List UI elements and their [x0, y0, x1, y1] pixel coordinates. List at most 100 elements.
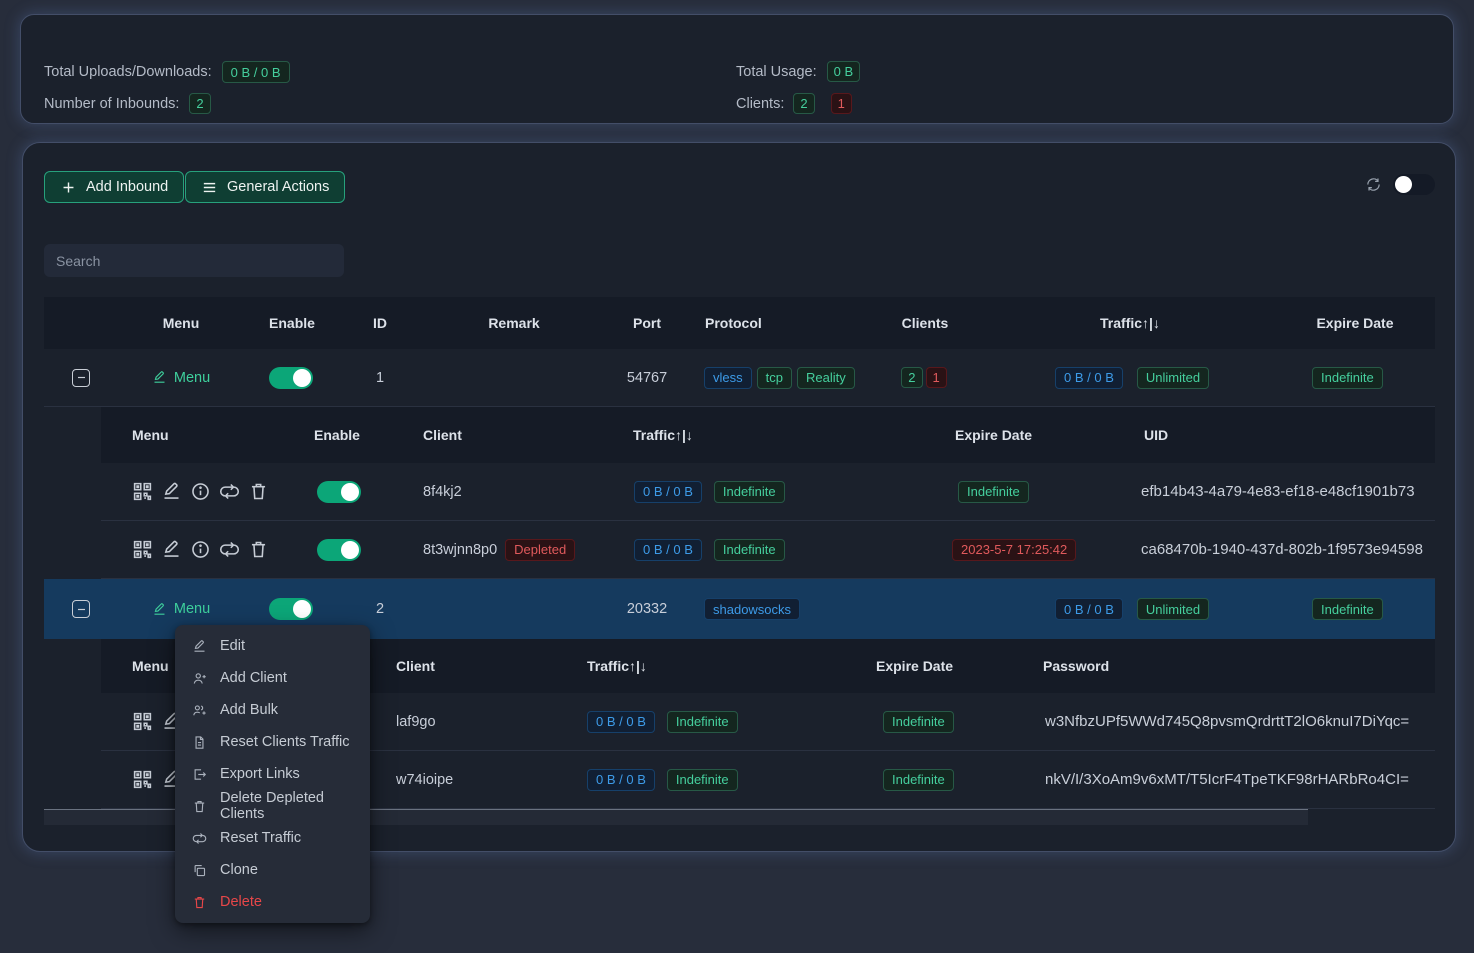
menu-item-delete-depleted-clients[interactable]: Delete Depleted Clients [175, 790, 370, 822]
add-inbound-button[interactable]: Add Inbound [44, 171, 184, 203]
refresh-icon [1365, 176, 1382, 193]
qr-code-button[interactable] [132, 769, 153, 790]
total-uploads-downloads-label: Total Uploads/Downloads: [44, 64, 212, 80]
menu-item-add-client[interactable]: Add Client [175, 662, 370, 694]
qr-code-button[interactable] [132, 481, 153, 502]
client-name: w74ioipe [396, 751, 453, 808]
inbound-menu-link[interactable]: Menu [152, 370, 210, 386]
traffic-limit-tag: Indefinite [667, 769, 738, 791]
inbound-menu-link[interactable]: Menu [152, 601, 210, 617]
inbound-enable-toggle[interactable] [269, 598, 313, 620]
header-menu: Menu [121, 297, 241, 349]
client-password: w3NfbzUPf5WWd745Q8pvsmQrdrttT2lO6knuI7Di… [1045, 693, 1409, 750]
inbound-context-menu: Edit Add Client Add Bulk Reset Clients T… [175, 625, 370, 923]
reset-clients-traffic-icon [192, 735, 207, 750]
qr-code-icon [132, 711, 153, 732]
search-input[interactable] [44, 244, 344, 277]
client-uid: efb14b43-4a79-4e83-ef18-e48cf1901b73 [1141, 463, 1415, 520]
clone-icon [192, 863, 207, 878]
edit-client-button[interactable] [161, 481, 182, 502]
client-table-header: Menu Enable Client Traffic↑|↓ Expire Dat… [101, 407, 1435, 463]
delete-client-button[interactable] [248, 481, 269, 502]
menu-item-label: Add Client [220, 670, 287, 686]
menu-item-delete[interactable]: Delete [175, 886, 370, 918]
collapse-row-button[interactable] [72, 369, 90, 387]
header-expire-date: Expire Date [955, 407, 1032, 463]
reset-traffic-icon [192, 831, 207, 846]
header-traffic-sort[interactable]: Traffic↑|↓ [1080, 297, 1180, 349]
add-bulk-icon [192, 703, 207, 718]
reset-client-traffic-button[interactable] [219, 481, 240, 502]
client-enable-toggle[interactable] [317, 481, 361, 503]
menu-item-export-links[interactable]: Export Links [175, 758, 370, 790]
edit-pencil-icon [161, 539, 182, 560]
menu-item-reset-clients-traffic[interactable]: Reset Clients Traffic [175, 726, 370, 758]
general-actions-button[interactable]: General Actions [185, 171, 345, 203]
menu-item-reset-traffic[interactable]: Reset Traffic [175, 822, 370, 854]
traffic-limit-tag: Unlimited [1137, 598, 1209, 620]
refresh-button[interactable] [1365, 176, 1382, 193]
client-name: 8t3wjnn8p0 [423, 542, 497, 558]
menu-item-label: Delete Depleted Clients [220, 790, 353, 822]
menu-link-label: Menu [174, 370, 210, 386]
traffic-tag: 0 B / 0 B [1055, 367, 1123, 389]
client-row: 8t3wjnn8p0 Depleted 0 B / 0 B Indefinite… [101, 521, 1435, 579]
inbound-enable-toggle[interactable] [269, 367, 313, 389]
hamburger-icon [201, 179, 218, 196]
info-icon [190, 481, 211, 502]
header-client: Client [396, 639, 435, 693]
clients-active-tag: 2 [901, 367, 922, 388]
qr-code-icon [132, 539, 153, 560]
toggle-knob [293, 369, 311, 387]
clients-label: Clients: [736, 96, 784, 112]
client-enable-toggle[interactable] [317, 539, 361, 561]
minus-icon [75, 603, 88, 616]
delete-trash-icon [192, 895, 207, 910]
menu-item-label: Delete [220, 894, 262, 910]
header-client: Client [423, 407, 462, 463]
reset-traffic-icon [219, 481, 240, 502]
general-actions-label: General Actions [227, 179, 329, 195]
qr-code-button[interactable] [132, 539, 153, 560]
client-info-button[interactable] [190, 539, 211, 560]
total-usage-label: Total Usage: [736, 64, 817, 80]
depleted-badge: Depleted [505, 539, 575, 561]
menu-item-add-bulk[interactable]: Add Bulk [175, 694, 370, 726]
protocol-tag: vless [704, 367, 752, 389]
reset-client-traffic-button[interactable] [219, 539, 240, 560]
toggle-knob [293, 600, 311, 618]
delete-client-button[interactable] [248, 539, 269, 560]
expire-tag: 2023-5-7 17:25:42 [952, 539, 1076, 561]
header-traffic-sort[interactable]: Traffic↑|↓ [587, 639, 647, 693]
menu-item-clone[interactable]: Clone [175, 854, 370, 886]
collapse-row-button[interactable] [72, 600, 90, 618]
header-password: Password [1043, 639, 1109, 693]
header-port: Port [597, 297, 697, 349]
menu-link-label: Menu [174, 601, 210, 617]
transport-tag: tcp [757, 367, 792, 389]
edit-pencil-icon [161, 481, 182, 502]
security-tag: Reality [797, 367, 855, 389]
expire-tag: Indefinite [1312, 367, 1383, 389]
traffic-limit-tag: Indefinite [714, 539, 785, 561]
traffic-limit-tag: Indefinite [667, 711, 738, 733]
client-info-button[interactable] [190, 481, 211, 502]
info-icon [190, 539, 211, 560]
menu-item-edit[interactable]: Edit [175, 630, 370, 662]
traffic-limit-tag: Unlimited [1137, 367, 1209, 389]
expire-tag: Indefinite [958, 481, 1029, 503]
edit-client-button[interactable] [161, 539, 182, 560]
inbound-port: 20332 [597, 579, 697, 639]
edit-pencil-icon [152, 602, 167, 617]
number-of-inbounds-label: Number of Inbounds: [44, 96, 179, 112]
number-of-inbounds-value: 2 [189, 93, 210, 114]
protocol-tag: shadowsocks [704, 598, 800, 620]
delete-depleted-clients-icon [192, 799, 207, 814]
header-traffic-sort[interactable]: Traffic↑|↓ [633, 407, 693, 463]
qr-code-button[interactable] [132, 711, 153, 732]
edit-pencil-icon [192, 639, 207, 654]
qr-code-icon [132, 481, 153, 502]
client-name: laf9go [396, 693, 436, 750]
auto-refresh-toggle[interactable] [1393, 174, 1435, 195]
header-clients: Clients [875, 297, 975, 349]
